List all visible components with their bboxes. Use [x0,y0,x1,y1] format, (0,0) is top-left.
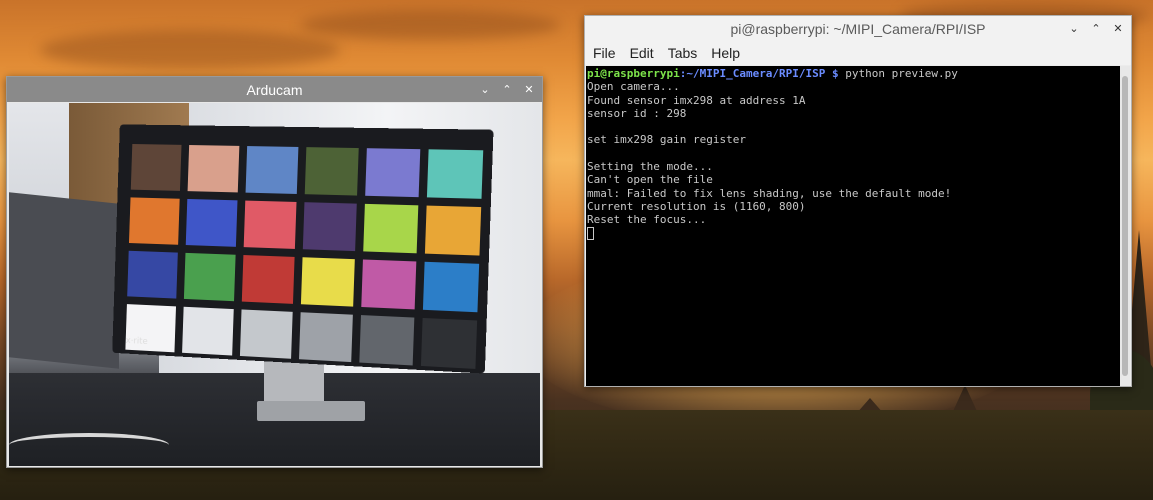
output-line: Setting the mode... [587,160,713,174]
menu-file[interactable]: File [593,45,616,61]
output-line: Found sensor imx298 at address 1A [587,93,806,107]
close-icon[interactable]: ✕ [520,81,538,99]
output-line: set imx298 gain register [587,133,746,147]
terminal-window[interactable]: pi@raspberrypi: ~/MIPI_Camera/RPI/ISP ⌄ … [584,15,1132,387]
color-patch [304,147,359,196]
window-title: pi@raspberrypi: ~/MIPI_Camera/RPI/ISP [730,20,986,37]
color-patch [422,261,480,313]
chevron-up-icon[interactable]: ⌃ [498,81,516,99]
color-patch [300,257,355,307]
menu-edit[interactable]: Edit [630,45,654,61]
terminal-output[interactable]: pi@raspberrypi:~/MIPI_Camera/RPI/ISP $ p… [586,66,1122,386]
color-patch [183,252,236,302]
color-patch [130,143,182,191]
output-line: Open camera... [587,80,680,94]
output-line: Can't open the file [587,173,713,187]
color-patch [127,250,178,299]
text-cursor [587,226,594,240]
chevron-down-icon[interactable]: ⌄ [476,81,494,99]
color-patch [239,309,293,359]
color-patch [245,146,299,194]
scrollbar-thumb[interactable] [1122,76,1128,376]
arducam-titlebar[interactable]: Arducam ⌄ ⌃ ✕ [7,77,542,102]
color-patch [363,203,419,254]
color-patch [182,306,234,356]
output-line: mmal: Failed to fix lens shading, use th… [587,186,952,200]
color-patch [365,148,421,198]
xrite-logo: x·rite [125,336,148,347]
chevron-up-icon[interactable]: ⌃ [1087,20,1105,38]
color-patch [426,149,484,199]
color-patch [185,198,238,247]
color-patch [128,197,180,245]
close-icon[interactable]: ✕ [1109,20,1127,38]
chevron-down-icon[interactable]: ⌄ [1065,20,1083,38]
color-patch [302,202,357,252]
color-patch [187,145,240,193]
arducam-window[interactable]: Arducam ⌄ ⌃ ✕ x·rite [6,76,543,468]
prompt-path: :~/MIPI_Camera/RPI/ISP $ [679,67,839,80]
monitor-screen: x·rite [112,124,494,374]
camera-preview: x·rite [9,103,540,466]
terminal-titlebar[interactable]: pi@raspberrypi: ~/MIPI_Camera/RPI/ISP ⌄ … [585,16,1131,41]
output-line: sensor id : 298 [587,106,687,120]
monitor-stand [264,358,324,403]
color-patch [299,312,353,363]
color-patch [359,315,415,366]
command-text: python preview.py [838,67,958,80]
color-patch [241,255,295,304]
menu-tabs[interactable]: Tabs [668,45,698,61]
output-line: Current resolution is (1160, 800) [587,199,806,213]
colorchecker-chart [125,143,484,369]
color-patch [243,200,297,249]
color-patch [424,205,482,256]
terminal-scrollbar[interactable] [1120,66,1130,386]
prompt-line: pi@raspberrypi:~/MIPI_Camera/RPI/ISP $ p… [587,67,1121,80]
menu-help[interactable]: Help [711,45,740,61]
color-patch [361,259,417,310]
menu-bar: File Edit Tabs Help [585,41,1131,65]
output-line: Reset the focus... [587,213,707,227]
window-title: Arducam [246,81,303,98]
prompt-user: pi@raspberrypi [587,67,680,80]
color-patch [420,317,478,369]
